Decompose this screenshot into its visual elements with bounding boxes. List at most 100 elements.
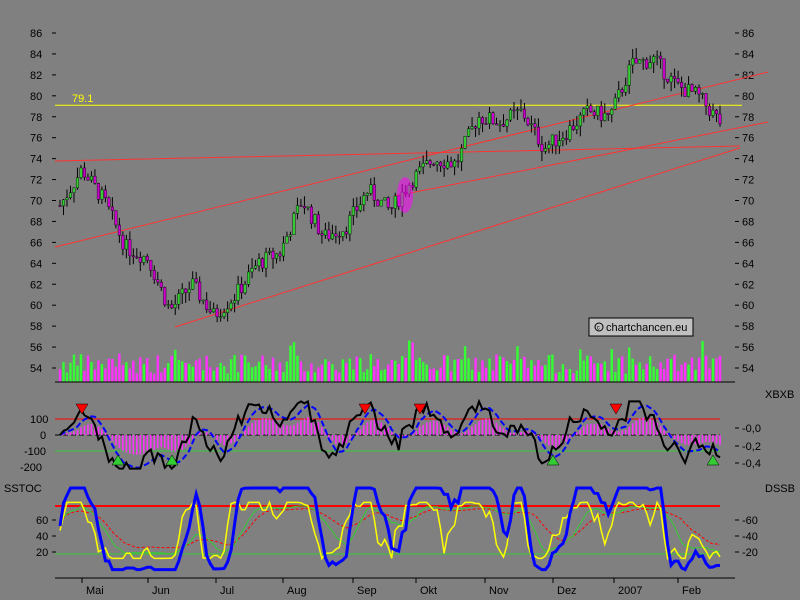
candle-body: [690, 84, 694, 92]
candle-body: [386, 197, 390, 208]
x-tick-label: Jul: [220, 585, 234, 597]
candle-body: [641, 59, 645, 61]
candle-body: [212, 308, 216, 313]
candle-body: [180, 288, 184, 294]
volume-bar: [194, 360, 198, 382]
volume-bar: [621, 356, 624, 382]
candle-body: [110, 206, 114, 211]
candle-body: [362, 195, 366, 205]
volume-bar: [491, 370, 495, 382]
volume-bar: [718, 355, 722, 382]
candle-body: [715, 109, 719, 115]
candle-body: [348, 215, 352, 235]
volume-bar: [236, 372, 240, 382]
candle-body: [79, 167, 83, 178]
y-tick-label-right: 84: [742, 49, 754, 61]
volume-bar: [177, 359, 180, 382]
candle-body: [592, 111, 596, 116]
candle-body: [589, 105, 593, 113]
candle-body: [285, 236, 289, 244]
candle-body: [470, 126, 474, 130]
volume-bar: [167, 363, 170, 382]
candle-body: [585, 105, 589, 109]
candle-body: [564, 138, 568, 140]
volume-bar: [708, 368, 711, 382]
y-tick-label-left: 58: [30, 321, 42, 333]
candle-body: [344, 231, 348, 235]
volume-bar: [261, 355, 264, 382]
volume-bar: [243, 355, 247, 382]
volume-bar: [271, 357, 275, 382]
y-tick-label-left: 86: [30, 28, 42, 40]
volume-bar: [383, 369, 386, 382]
volume-bar: [278, 362, 282, 382]
candle-body: [327, 229, 331, 240]
candle-body: [708, 105, 712, 116]
candle-body: [669, 76, 673, 83]
volume-bar: [355, 356, 359, 382]
volume-bar: [467, 358, 470, 382]
candle-body: [578, 114, 582, 127]
candle-body: [460, 147, 464, 163]
volume-bar: [334, 369, 338, 382]
volume-bar: [446, 355, 449, 382]
candle-body: [613, 97, 617, 110]
candle-body: [275, 253, 279, 259]
volume-bar: [299, 361, 303, 382]
y-tick-label-left: 84: [30, 49, 42, 61]
candle-body: [208, 309, 212, 313]
candle-body: [662, 58, 666, 80]
candle-body: [617, 89, 621, 99]
candle-body: [533, 123, 537, 128]
y-tick-label-right: 76: [742, 133, 754, 145]
candle-body: [323, 229, 327, 236]
volume-bar: [676, 371, 680, 382]
y-tick-label-right: 58: [742, 321, 754, 333]
y-tick-label-right: 62: [742, 279, 754, 291]
xbxb-tick-label-right: -0,2: [742, 441, 761, 453]
volume-bar: [233, 355, 236, 382]
volume-bar: [226, 373, 229, 382]
candle-body: [571, 125, 575, 130]
candle-body: [215, 308, 219, 318]
candle-body: [82, 167, 86, 178]
copyright-letter: c: [597, 326, 600, 332]
candle-body: [627, 64, 631, 86]
volume-bar: [114, 366, 118, 382]
volume-bar: [575, 370, 579, 382]
volume-bar: [97, 360, 100, 382]
candle-body: [86, 176, 90, 181]
candle-body: [320, 233, 324, 236]
dssb-title: DSSB: [765, 483, 795, 495]
candle-body: [166, 304, 170, 306]
volume-bar: [512, 360, 516, 382]
volume-bar: [474, 357, 477, 382]
candle-body: [72, 187, 76, 193]
volume-bar: [163, 367, 166, 382]
xbxb-tick-left: -100: [24, 446, 46, 458]
volume-bar: [624, 373, 627, 382]
volume-bar: [215, 367, 219, 382]
xbxb-histogram: [62, 416, 721, 455]
volume-bar: [533, 365, 537, 382]
volume-bar: [282, 372, 285, 382]
volume-bar: [690, 357, 694, 382]
xbxb-panel: XBXB 100 0 -100 -200 -0,0 -0,2 -0,4: [20, 389, 794, 474]
candle-body: [582, 108, 586, 116]
candle-body: [453, 160, 457, 168]
volume-bar: [352, 369, 355, 382]
volume-bar: [132, 360, 135, 382]
x-axis: Mai Jun Jul Aug Sep Okt Nov Dez 2007 Feb: [81, 578, 701, 597]
candle-body: [379, 199, 383, 207]
y-tick-label-left: 62: [30, 279, 42, 291]
candle-body: [233, 300, 237, 304]
candle-body: [75, 177, 79, 189]
candle-body: [100, 189, 104, 200]
candle-body: [243, 284, 247, 294]
volume-bar: [610, 349, 613, 382]
xbxb-tick-left: 100: [30, 414, 48, 426]
resistance-label: 79.1: [72, 93, 93, 105]
volume-bar: [669, 359, 673, 382]
volume-bar: [641, 369, 645, 382]
candle-body: [683, 87, 687, 97]
